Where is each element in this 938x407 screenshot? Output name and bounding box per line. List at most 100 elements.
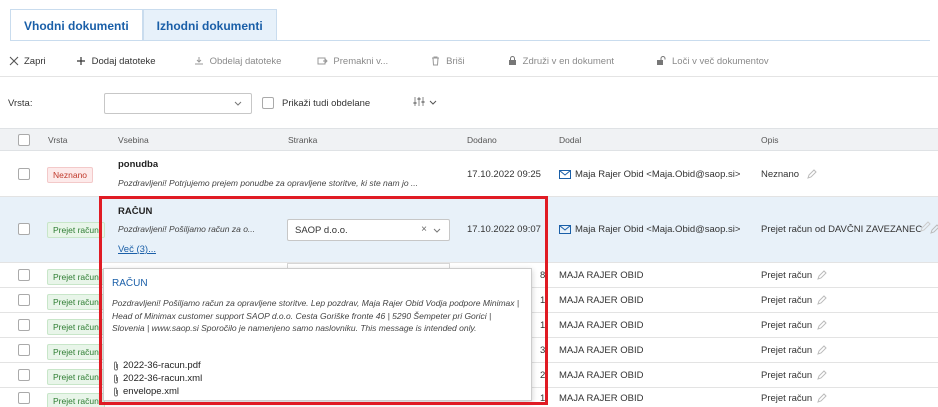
row-description: Prejet račun — [761, 393, 827, 404]
status-badge: Prejet račun — [47, 344, 105, 360]
row-description-text: Prejet račun — [761, 295, 813, 306]
row-added-by-text: Maja Rajer Obid <Maja.Obid@saop.si> — [575, 224, 741, 235]
header-added-by[interactable]: Dodal — [559, 135, 581, 145]
process-icon — [194, 56, 205, 67]
type-filter-select[interactable] — [104, 93, 252, 114]
toolbar-divider — [0, 76, 938, 77]
clear-icon[interactable]: × — [421, 224, 427, 235]
table-row-selected[interactable]: Prejet račun RAČUN Pozdravljeni! Pošilja… — [0, 197, 938, 263]
attachment-item[interactable]: envelope.xml — [112, 386, 179, 397]
attachment-item[interactable]: 2022-36-racun.pdf — [112, 360, 201, 371]
pencil-icon[interactable] — [817, 370, 827, 381]
pencil-icon[interactable] — [920, 220, 934, 232]
chevron-down-icon — [432, 225, 442, 235]
pencil-icon[interactable] — [806, 169, 817, 180]
row-description: Prejet račun — [761, 345, 827, 356]
row-description: Neznano — [761, 169, 817, 180]
attachment-name: 2022-36-racun.xml — [123, 373, 203, 384]
chevron-down-icon — [233, 98, 243, 108]
row-subject-title: ponudba — [118, 159, 159, 170]
delete-button[interactable]: Briši — [430, 51, 465, 71]
pencil-icon[interactable] — [817, 295, 827, 306]
pencil-icon[interactable] — [817, 270, 827, 281]
merge-button[interactable]: Združi v en dokument — [507, 51, 614, 71]
row-description-text: Prejet račun — [761, 370, 813, 381]
row-checkbox[interactable] — [18, 344, 30, 356]
process-files-label: Obdelaj datoteke — [209, 55, 282, 67]
chevron-down-icon — [428, 97, 438, 109]
close-label: Zapri — [24, 55, 46, 67]
pencil-icon[interactable] — [817, 320, 827, 331]
add-files-button[interactable]: Dodaj datoteke — [76, 51, 156, 71]
row-description: Prejet račun od DAVČNI ZAVEZANEC — [761, 224, 938, 235]
row-checkbox[interactable] — [18, 319, 30, 331]
pencil-icon[interactable] — [817, 393, 827, 404]
unlock-icon — [656, 56, 667, 67]
row-checkbox[interactable] — [18, 223, 30, 235]
lock-icon — [507, 56, 518, 67]
add-files-label: Dodaj datoteke — [91, 55, 156, 67]
row-subject-body: Pozdravljeni! Pošiljamo račun za o... — [118, 224, 256, 234]
show-processed-toggle[interactable]: Prikaži tudi obdelane — [262, 97, 370, 109]
status-badge: Neznano — [47, 167, 94, 183]
row-subject-title: RAČUN — [118, 206, 153, 217]
close-button[interactable]: Zapri — [8, 51, 46, 71]
row-added: 1 — [540, 393, 546, 404]
row-added-by: Maja Rajer Obid <Maja.Obid@saop.si> — [559, 169, 740, 180]
process-files-button[interactable]: Obdelaj datoteke — [194, 51, 282, 71]
merge-label: Združi v en dokument — [522, 55, 614, 67]
table-header: Vrsta Vsebina Stranka Dodano Dodal Opis — [0, 128, 938, 151]
type-filter-label: Vrsta: — [8, 98, 33, 109]
row-added-by: MAJA RAJER OBID — [559, 295, 644, 306]
tabs-divider — [10, 40, 930, 41]
sliders-icon — [413, 96, 425, 109]
row-checkbox[interactable] — [18, 269, 30, 281]
row-added: 3 — [540, 345, 546, 356]
row-added-by: Maja Rajer Obid <Maja.Obid@saop.si> — [559, 224, 740, 235]
attachment-name: envelope.xml — [123, 386, 179, 397]
paperclip-icon — [112, 387, 120, 397]
row-added-by: MAJA RAJER OBID — [559, 370, 644, 381]
move-label: Premakni v... — [333, 55, 389, 67]
envelope-icon — [559, 224, 571, 234]
header-description[interactable]: Opis — [761, 135, 778, 145]
tab-outgoing-documents[interactable]: Izhodni dokumenti — [142, 9, 277, 41]
toolbar: Zapri Dodaj datoteke Obdelaj datoteke Pr… — [8, 51, 769, 71]
header-added[interactable]: Dodano — [467, 135, 497, 145]
attachment-item[interactable]: 2022-36-racun.xml — [112, 373, 202, 384]
row-added-by: MAJA RAJER OBID — [559, 320, 644, 331]
more-link[interactable]: Več (3)... — [118, 244, 156, 255]
move-button[interactable]: Premakni v... — [317, 51, 388, 71]
status-badge: Prejet račun — [47, 222, 105, 238]
row-checkbox[interactable] — [18, 369, 30, 381]
row-added-by: MAJA RAJER OBID — [559, 345, 644, 356]
delete-label: Briši — [446, 55, 465, 67]
paperclip-icon — [112, 361, 120, 371]
row-description-text: Prejet račun — [761, 345, 813, 356]
move-icon — [317, 56, 329, 67]
status-badge: Prejet račun — [47, 269, 105, 285]
status-badge: Prejet račun — [47, 294, 105, 310]
party-select[interactable]: SAOP d.o.o. × — [287, 219, 450, 241]
split-button[interactable]: Loči v več dokumentov — [656, 51, 769, 71]
table-row[interactable]: Neznano ponudba Pozdravljeni! Potrjujemo… — [0, 151, 938, 197]
row-added-by-text: Maja Rajer Obid <Maja.Obid@saop.si> — [575, 169, 741, 180]
show-processed-checkbox[interactable] — [262, 97, 274, 109]
header-type[interactable]: Vrsta — [48, 135, 68, 145]
header-content[interactable]: Vsebina — [118, 135, 149, 145]
attachment-name: 2022-36-racun.pdf — [123, 360, 201, 371]
row-description: Prejet račun — [761, 295, 827, 306]
tab-incoming-documents[interactable]: Vhodni dokumenti — [10, 9, 143, 41]
column-settings-button[interactable] — [413, 96, 438, 109]
popup-title: RAČUN — [112, 278, 148, 289]
select-all-checkbox[interactable] — [18, 134, 30, 146]
pencil-icon[interactable] — [817, 345, 827, 356]
row-added-by: MAJA RAJER OBID — [559, 270, 644, 281]
row-checkbox[interactable] — [18, 294, 30, 306]
row-checkbox[interactable] — [18, 168, 30, 180]
row-checkbox[interactable] — [18, 392, 30, 404]
split-label: Loči v več dokumentov — [672, 55, 769, 67]
header-party[interactable]: Stranka — [288, 135, 317, 145]
envelope-icon — [559, 169, 571, 179]
plus-icon — [76, 56, 87, 67]
